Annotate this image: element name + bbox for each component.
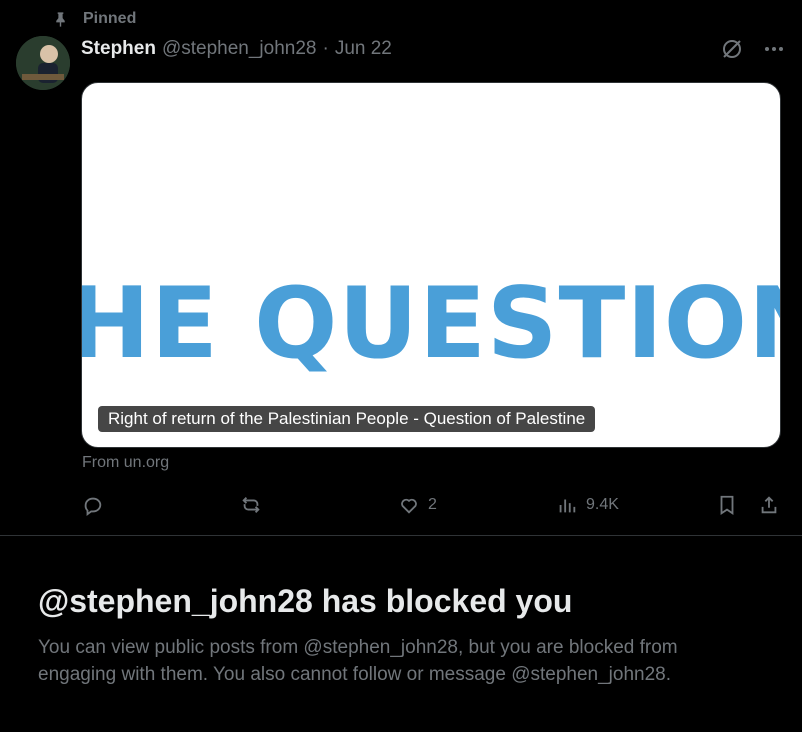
post-actions: 2 9.4K — [82, 494, 782, 518]
pinned-indicator: Pinned — [52, 10, 136, 28]
bookmark-icon — [720, 495, 734, 515]
reply-button[interactable] — [82, 494, 104, 516]
grok-icon[interactable] — [720, 37, 744, 61]
like-count: 2 — [428, 496, 437, 513]
card-image: HE QUESTION — [81, 267, 781, 381]
share-button[interactable] — [758, 494, 780, 516]
card-caption: Right of return of the Palestinian Peopl… — [98, 406, 596, 432]
pin-icon — [56, 11, 65, 27]
share-icon — [761, 496, 777, 514]
separator-dot: · — [322, 38, 329, 59]
post-header: Stephen @stephen_john28 · Jun 22 — [81, 38, 392, 60]
author-handle[interactable]: @stephen_john28 — [162, 38, 317, 60]
reply-icon — [84, 497, 102, 516]
analytics-icon — [559, 499, 576, 513]
heart-icon — [401, 498, 417, 514]
card-image-text: HE QUESTION — [81, 267, 781, 381]
blocked-description: You can view public posts from @stephen_… — [38, 637, 678, 685]
link-card[interactable]: HE QUESTION Right of return of the Pales… — [81, 82, 781, 448]
divider — [0, 535, 802, 536]
author-name[interactable]: Stephen — [81, 38, 156, 60]
avatar-image — [16, 36, 70, 90]
views-button[interactable]: 9.4K — [556, 494, 619, 516]
post-top-actions — [720, 37, 786, 61]
avatar[interactable] — [16, 36, 70, 90]
view-count: 9.4K — [586, 496, 619, 513]
blocked-title: @stephen_john28 has blocked you — [38, 583, 573, 619]
repost-button[interactable] — [240, 494, 262, 516]
repost-icon — [242, 497, 260, 513]
bookmark-button[interactable] — [716, 494, 738, 516]
like-button[interactable]: 2 — [398, 494, 437, 516]
card-source[interactable]: From un.org — [82, 454, 169, 472]
pinned-label: Pinned — [83, 10, 137, 27]
post-date[interactable]: Jun 22 — [335, 38, 392, 60]
more-options-icon[interactable] — [762, 37, 786, 61]
